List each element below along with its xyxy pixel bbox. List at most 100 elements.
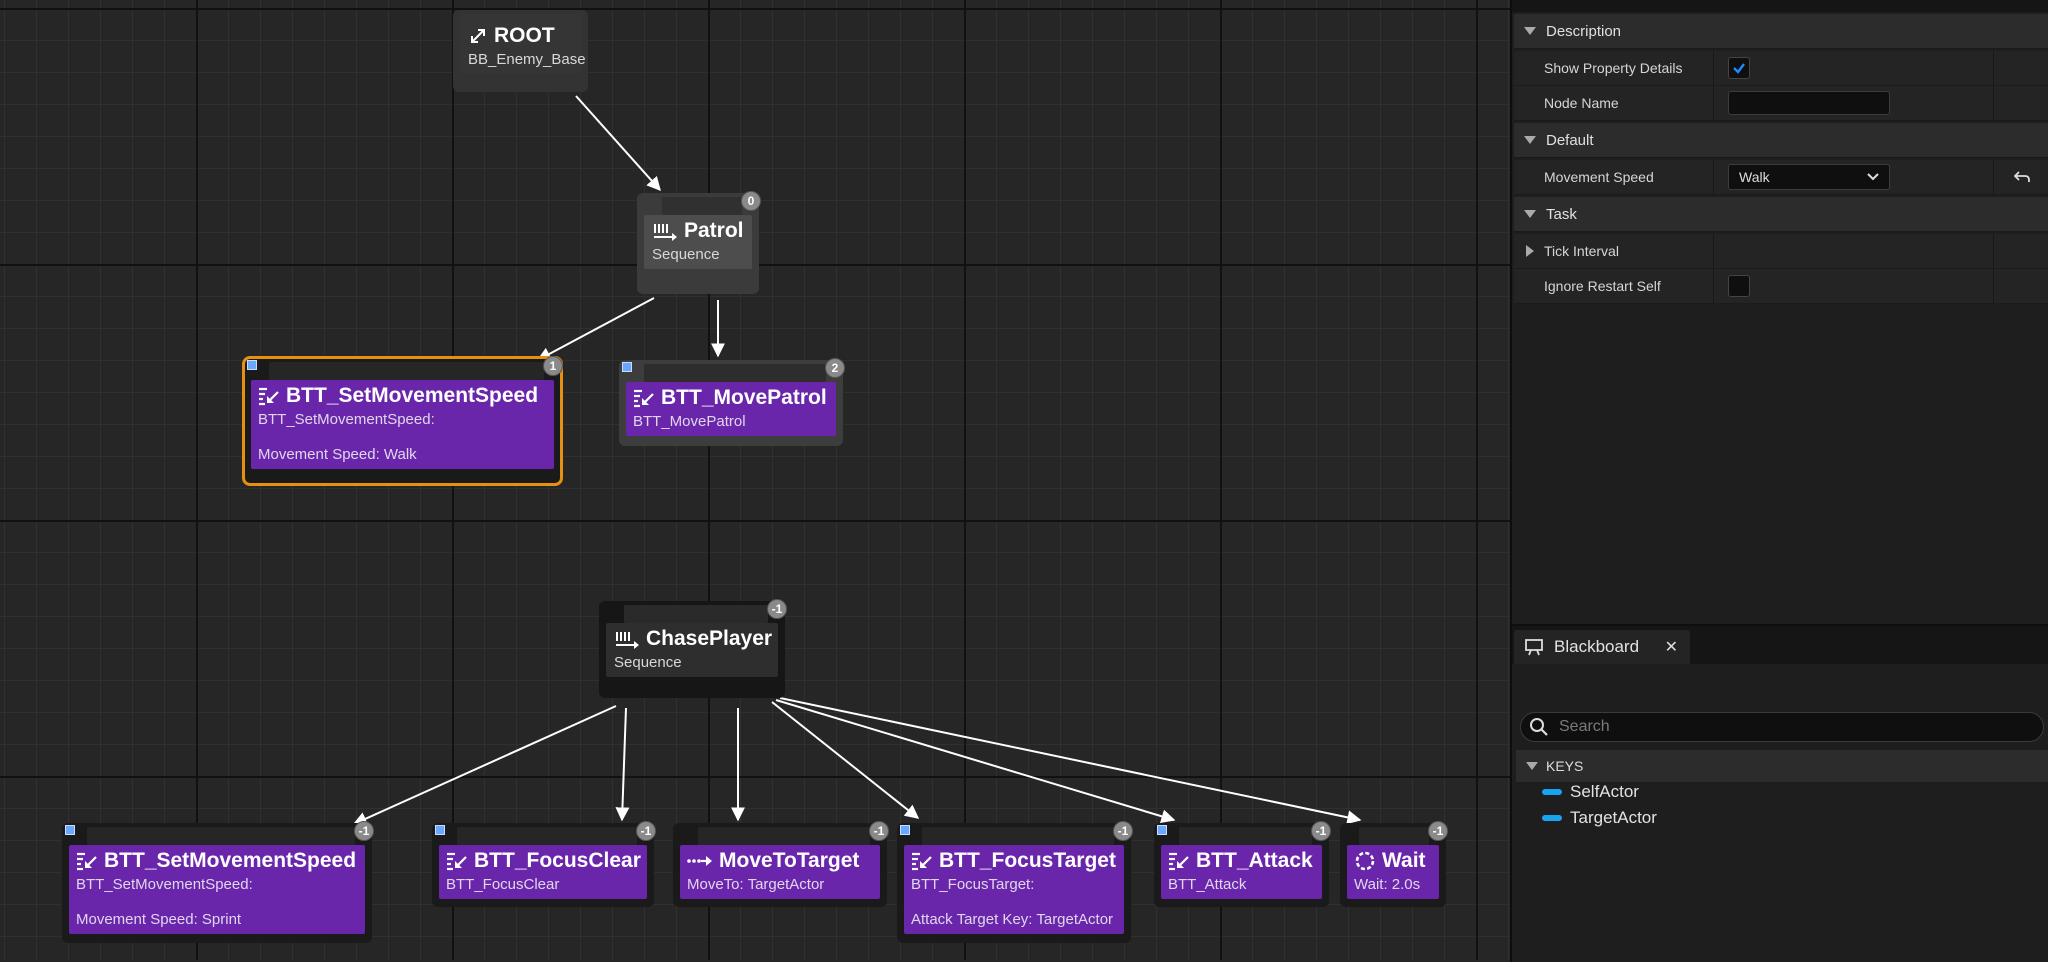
chase-player-sequence-node[interactable]: ChasePlayer Sequence -1 <box>599 599 787 698</box>
node-subtitle: BTT_MovePatrol <box>633 413 746 430</box>
show-property-details-checkbox[interactable] <box>1728 57 1750 79</box>
blackboard-search[interactable] <box>1520 712 2044 742</box>
root-node[interactable]: ROOT BB_Enemy_Base <box>453 10 588 92</box>
node-subtitle: MoveTo: TargetActor <box>687 876 825 893</box>
node-subtitle: BTT_SetMovementSpeed: <box>76 876 253 893</box>
collapse-arrow-icon <box>1526 762 1538 770</box>
node-subtitle: Wait: 2.0s <box>1354 876 1421 893</box>
node-title: Patrol <box>684 219 744 242</box>
expand-arrow-icon[interactable] <box>1526 245 1534 257</box>
section-task[interactable]: Task <box>1514 197 2048 232</box>
focus-clear-node[interactable]: BTT_FocusClear BTT_FocusClear -1 <box>432 821 656 907</box>
node-input-pin[interactable] <box>698 827 870 845</box>
execution-order-badge: 1 <box>543 356 563 376</box>
prop-label: Movement Speed <box>1514 160 1714 194</box>
focus-target-node[interactable]: BTT_FocusTarget BTT_FocusTarget: Attack … <box>897 821 1133 943</box>
patrol-sequence-node[interactable]: Patrol Sequence 0 <box>637 191 761 294</box>
wire-chase-focustarget <box>771 701 920 819</box>
node-title: BTT_FocusClear <box>474 849 641 872</box>
wire-patrol-setspeed <box>536 297 655 361</box>
movement-speed-dropdown[interactable]: Walk <box>1728 164 1890 190</box>
node-property: Attack Target Key: TargetActor <box>911 911 1114 928</box>
prop-tick-interval: Tick Interval <box>1514 234 2048 269</box>
prop-ignore-restart-self: Ignore Restart Self <box>1514 269 2048 304</box>
execution-order-badge: -1 <box>869 821 889 841</box>
prop-movement-speed: Movement Speed Walk <box>1514 160 2048 195</box>
task-icon <box>259 387 279 406</box>
reset-to-default-icon[interactable] <box>2014 170 2030 184</box>
execution-order-badge: -1 <box>1428 821 1448 841</box>
node-subtitle: Sequence <box>652 246 720 263</box>
wire-chase-setspeed <box>352 705 617 826</box>
execution-order-badge: -1 <box>354 821 374 841</box>
breakpoint-marker <box>622 362 632 372</box>
wait-node[interactable]: Wait Wait: 2.0s -1 <box>1340 821 1448 907</box>
root-icon <box>471 29 485 43</box>
execution-order-badge: 2 <box>825 358 845 378</box>
node-input-pin[interactable] <box>662 197 742 215</box>
collapse-arrow-icon <box>1524 27 1536 35</box>
prop-node-name: Node Name <box>1514 86 2048 121</box>
node-name-field[interactable] <box>1728 91 1890 115</box>
section-default[interactable]: Default <box>1514 123 2048 158</box>
move-to-target-node[interactable]: MoveToTarget MoveTo: TargetActor -1 <box>673 821 889 907</box>
node-subtitle: BTT_SetMovementSpeed: <box>258 411 435 428</box>
close-icon[interactable]: ✕ <box>1665 637 1678 657</box>
keys-label: KEYS <box>1546 758 1584 774</box>
behavior-tree-graph[interactable]: ROOT BB_Enemy_Base Patrol Sequence 0 BTT… <box>0 0 1510 960</box>
node-subtitle: BTT_FocusClear <box>446 876 560 893</box>
ignore-restart-self-checkbox[interactable] <box>1728 275 1750 297</box>
node-input-pin[interactable] <box>624 605 768 623</box>
section-label: Description <box>1546 22 1622 40</box>
search-input[interactable] <box>1557 717 2021 737</box>
blackboard-icon <box>1525 639 1543 656</box>
move-to-icon <box>687 856 712 866</box>
node-input-pin[interactable] <box>457 827 637 845</box>
key-name: SelfActor <box>1570 782 1639 801</box>
prop-label: Ignore Restart Self <box>1514 269 1714 303</box>
node-subtitle: BB_Enemy_Base <box>468 51 586 68</box>
panel-header-strip <box>1512 0 2048 12</box>
blackboard-key[interactable]: SelfActor <box>1542 782 1639 802</box>
node-input-pin[interactable] <box>1359 827 1429 845</box>
sequence-icon <box>654 224 677 241</box>
node-input-pin[interactable] <box>922 827 1114 845</box>
prop-label: Tick Interval <box>1544 243 1619 259</box>
collapse-arrow-icon <box>1524 210 1536 218</box>
node-subtitle: BTT_Attack <box>1168 876 1247 893</box>
dropdown-value: Walk <box>1739 169 1770 185</box>
node-input-pin[interactable] <box>87 827 355 845</box>
checkmark-icon <box>1733 63 1745 74</box>
section-description[interactable]: Description <box>1514 14 2048 49</box>
section-label: Task <box>1546 205 1577 223</box>
section-label: Default <box>1546 131 1594 149</box>
breakpoint-marker <box>900 825 910 835</box>
move-patrol-node[interactable]: BTT_MovePatrol BTT_MovePatrol 2 <box>619 358 845 446</box>
set-movement-speed-walk-node[interactable]: BTT_SetMovementSpeed BTT_SetMovementSpee… <box>242 356 563 486</box>
task-icon <box>1169 852 1189 871</box>
node-title: Wait <box>1382 849 1426 872</box>
node-title: ROOT <box>494 24 555 47</box>
node-input-pin[interactable] <box>1179 827 1312 845</box>
keys-header[interactable]: KEYS <box>1516 750 2048 782</box>
set-movement-speed-sprint-node[interactable]: BTT_SetMovementSpeed BTT_SetMovementSpee… <box>62 821 374 943</box>
search-icon <box>1530 718 1548 736</box>
breakpoint-marker <box>1157 825 1167 835</box>
breakpoint-marker <box>247 360 257 370</box>
execution-order-badge: -1 <box>636 821 656 841</box>
wire-root-patrol <box>575 95 661 192</box>
object-key-icon <box>1542 789 1562 795</box>
attack-node[interactable]: BTT_Attack BTT_Attack -1 <box>1154 821 1331 907</box>
execution-order-badge: -1 <box>1311 821 1331 841</box>
key-name: TargetActor <box>1570 808 1657 827</box>
blackboard-key[interactable]: TargetActor <box>1542 808 1657 828</box>
task-icon <box>912 852 932 871</box>
collapse-arrow-icon <box>1524 136 1536 144</box>
node-input-pin[interactable] <box>269 362 544 380</box>
wire-chase-focusclear <box>615 707 630 822</box>
sequence-icon <box>616 632 639 649</box>
node-input-pin[interactable] <box>644 364 826 382</box>
blackboard-tab[interactable]: Blackboard ✕ <box>1514 630 1690 664</box>
node-property: Movement Speed: Walk <box>258 446 417 463</box>
breakpoint-marker <box>65 825 75 835</box>
